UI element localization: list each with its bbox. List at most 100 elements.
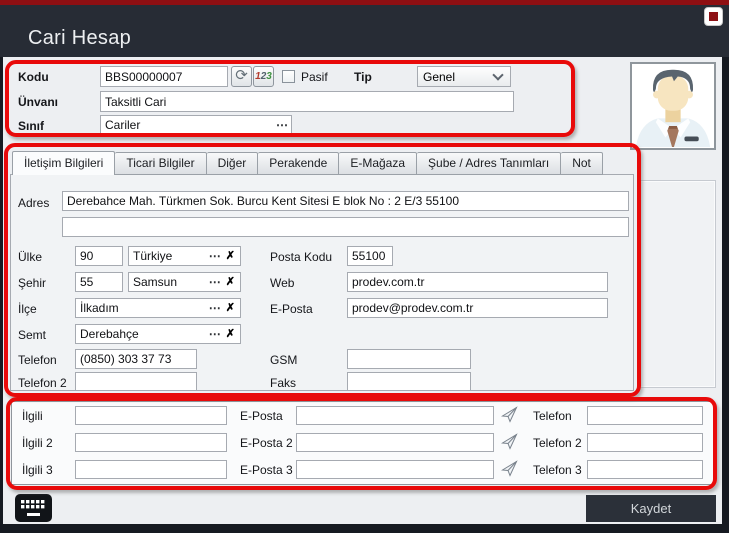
ulke-clear-icon[interactable]: ✗	[224, 250, 240, 262]
ilgili-label: İlgili	[22, 409, 43, 423]
virtual-keyboard-button[interactable]	[15, 494, 52, 522]
numbers-123-icon: 123	[255, 70, 272, 82]
faks-label: Faks	[270, 376, 297, 390]
pasif-label: Pasif	[301, 70, 328, 84]
contact-telefon3-label: Telefon 3	[533, 463, 582, 477]
ilgili2-input[interactable]	[75, 433, 227, 452]
paper-plane-icon	[500, 433, 518, 450]
ulke-picker[interactable]: Türkiye ⋯ ✗	[128, 246, 241, 266]
semt-browse-icon[interactable]: ⋯	[206, 328, 224, 340]
telefon2-input[interactable]	[75, 372, 197, 391]
dialog-header: Cari Hesap	[0, 5, 729, 57]
tab-sube-adres-tanimlari[interactable]: Şube / Adres Tanımları	[417, 152, 562, 175]
tip-label: Tip	[354, 70, 372, 84]
side-empty-panel	[637, 180, 716, 388]
ilce-clear-icon[interactable]: ✗	[224, 302, 240, 314]
avatar	[632, 65, 714, 147]
ilgili2-label: İlgili 2	[22, 436, 53, 450]
contact-eposta3-label: E-Posta 3	[240, 463, 293, 477]
contact-eposta3-input[interactable]	[296, 460, 494, 479]
sinif-picker[interactable]: Cariler ⋯	[100, 115, 292, 135]
web-input[interactable]	[347, 272, 608, 292]
close-button[interactable]	[704, 7, 723, 26]
semt-label: Semt	[18, 328, 47, 342]
refresh-icon: ⟳	[235, 67, 248, 84]
sehir-browse-icon[interactable]: ⋯	[206, 276, 224, 288]
tab-e-magaza[interactable]: E-Mağaza	[339, 152, 418, 175]
eposta-label: E-Posta	[270, 302, 313, 316]
contact-telefon-label: Telefon	[533, 409, 572, 423]
ilgili-input[interactable]	[75, 406, 227, 425]
telefon-label: Telefon	[18, 353, 57, 367]
adres-label: Adres	[18, 196, 50, 210]
ulke-browse-icon[interactable]: ⋯	[206, 250, 224, 262]
generate-code-button[interactable]: ⟳	[231, 66, 252, 87]
contact-eposta2-label: E-Posta 2	[240, 436, 293, 450]
telefon2-label: Telefon 2	[18, 376, 67, 390]
unvani-label: Ünvanı	[18, 95, 59, 109]
semt-picker[interactable]: Derebahçe ⋯ ✗	[75, 324, 241, 344]
ulke-value: Türkiye	[133, 249, 173, 263]
tab-diger[interactable]: Diğer	[206, 152, 259, 175]
kodu-label: Kodu	[18, 70, 49, 84]
semt-clear-icon[interactable]: ✗	[224, 328, 240, 340]
sehir-value: Samsun	[133, 275, 178, 289]
sinif-label: Sınıf	[18, 119, 44, 133]
ulke-label: Ülke	[18, 250, 43, 264]
customer-photo[interactable]	[630, 62, 716, 150]
web-label: Web	[270, 276, 295, 290]
send-mail-button-2[interactable]	[499, 432, 519, 451]
posta-kodu-label: Posta Kodu	[270, 250, 333, 264]
close-icon	[709, 12, 718, 21]
send-mail-button-1[interactable]	[499, 405, 519, 424]
sehir-code-input[interactable]	[75, 272, 123, 292]
sehir-label: Şehir	[18, 276, 47, 290]
sinif-browse-icon[interactable]: ⋯	[273, 119, 291, 131]
adres-line2-input[interactable]	[62, 217, 629, 237]
tab-iletisim-bilgileri[interactable]: İletişim Bilgileri	[12, 151, 116, 175]
sehir-picker[interactable]: Samsun ⋯ ✗	[128, 272, 241, 292]
save-button[interactable]: Kaydet	[586, 495, 716, 522]
adres-input[interactable]	[62, 191, 629, 211]
ilgili3-input[interactable]	[75, 460, 227, 479]
cari-hesap-dialog: Cari Hesap Kodu ⟳ 123 Pasif Tip Genel Ün…	[0, 0, 729, 533]
unvani-input[interactable]	[100, 91, 514, 112]
sinif-value: Cariler	[105, 118, 141, 132]
send-mail-button-3[interactable]	[499, 459, 519, 478]
telefon-input[interactable]	[75, 349, 197, 369]
eposta-input[interactable]	[347, 298, 608, 318]
ilce-browse-icon[interactable]: ⋯	[206, 302, 224, 314]
tab-ticari-bilgiler[interactable]: Ticari Bilgiler	[115, 152, 207, 175]
tab-not[interactable]: Not	[561, 152, 603, 175]
paper-plane-icon	[500, 460, 518, 477]
semt-value: Derebahçe	[80, 327, 139, 341]
tip-selected-value: Genel	[423, 69, 456, 84]
sehir-clear-icon[interactable]: ✗	[224, 276, 240, 288]
paper-plane-icon	[500, 406, 518, 423]
ilce-label: İlçe	[18, 302, 37, 316]
contact-telefon-input[interactable]	[587, 406, 703, 425]
faks-input[interactable]	[347, 372, 471, 391]
kodu-input[interactable]	[100, 66, 228, 87]
tip-select[interactable]: Genel	[417, 66, 511, 87]
contact-telefon3-input[interactable]	[587, 460, 703, 479]
contact-eposta-input[interactable]	[296, 406, 494, 425]
contact-telefon2-input[interactable]	[587, 433, 703, 452]
ilce-picker[interactable]: İlkadım ⋯ ✗	[75, 298, 241, 318]
contact-telefon2-label: Telefon 2	[533, 436, 582, 450]
keyboard-icon	[15, 494, 52, 522]
pasif-checkbox[interactable]	[282, 70, 295, 83]
ilce-value: İlkadım	[80, 301, 119, 315]
gsm-input[interactable]	[347, 349, 471, 369]
page-title: Cari Hesap	[28, 27, 132, 49]
ilgili3-label: İlgili 3	[22, 463, 53, 477]
tab-perakende[interactable]: Perakende	[258, 152, 340, 175]
contact-eposta-label: E-Posta	[240, 409, 283, 423]
tab-strip: İletişim Bilgileri Ticari Bilgiler Diğer…	[12, 151, 603, 175]
numbering-button[interactable]: 123	[253, 66, 274, 87]
chevron-down-icon	[492, 69, 504, 81]
ulke-code-input[interactable]	[75, 246, 123, 266]
gsm-label: GSM	[270, 353, 298, 367]
contact-eposta2-input[interactable]	[296, 433, 494, 452]
posta-kodu-input[interactable]	[347, 246, 393, 266]
